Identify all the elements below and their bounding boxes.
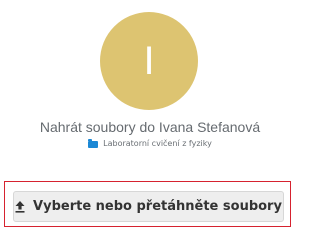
avatar-initial: I bbox=[143, 39, 155, 83]
upload-button-label: Vyberte nebo přetáhněte soubory bbox=[33, 199, 282, 214]
upload-button[interactable]: Vyberte nebo přetáhněte soubory bbox=[13, 191, 284, 222]
upload-icon bbox=[15, 200, 25, 213]
folder-breadcrumb: Laboratorní cvičení z fyziky bbox=[0, 138, 300, 150]
avatar: I bbox=[100, 12, 198, 110]
page-title: Nahrát soubory do Ivana Stefanová bbox=[39, 119, 261, 135]
folder-icon bbox=[88, 139, 99, 148]
folder-label: Laboratorní cvičení z fyziky bbox=[103, 139, 212, 148]
